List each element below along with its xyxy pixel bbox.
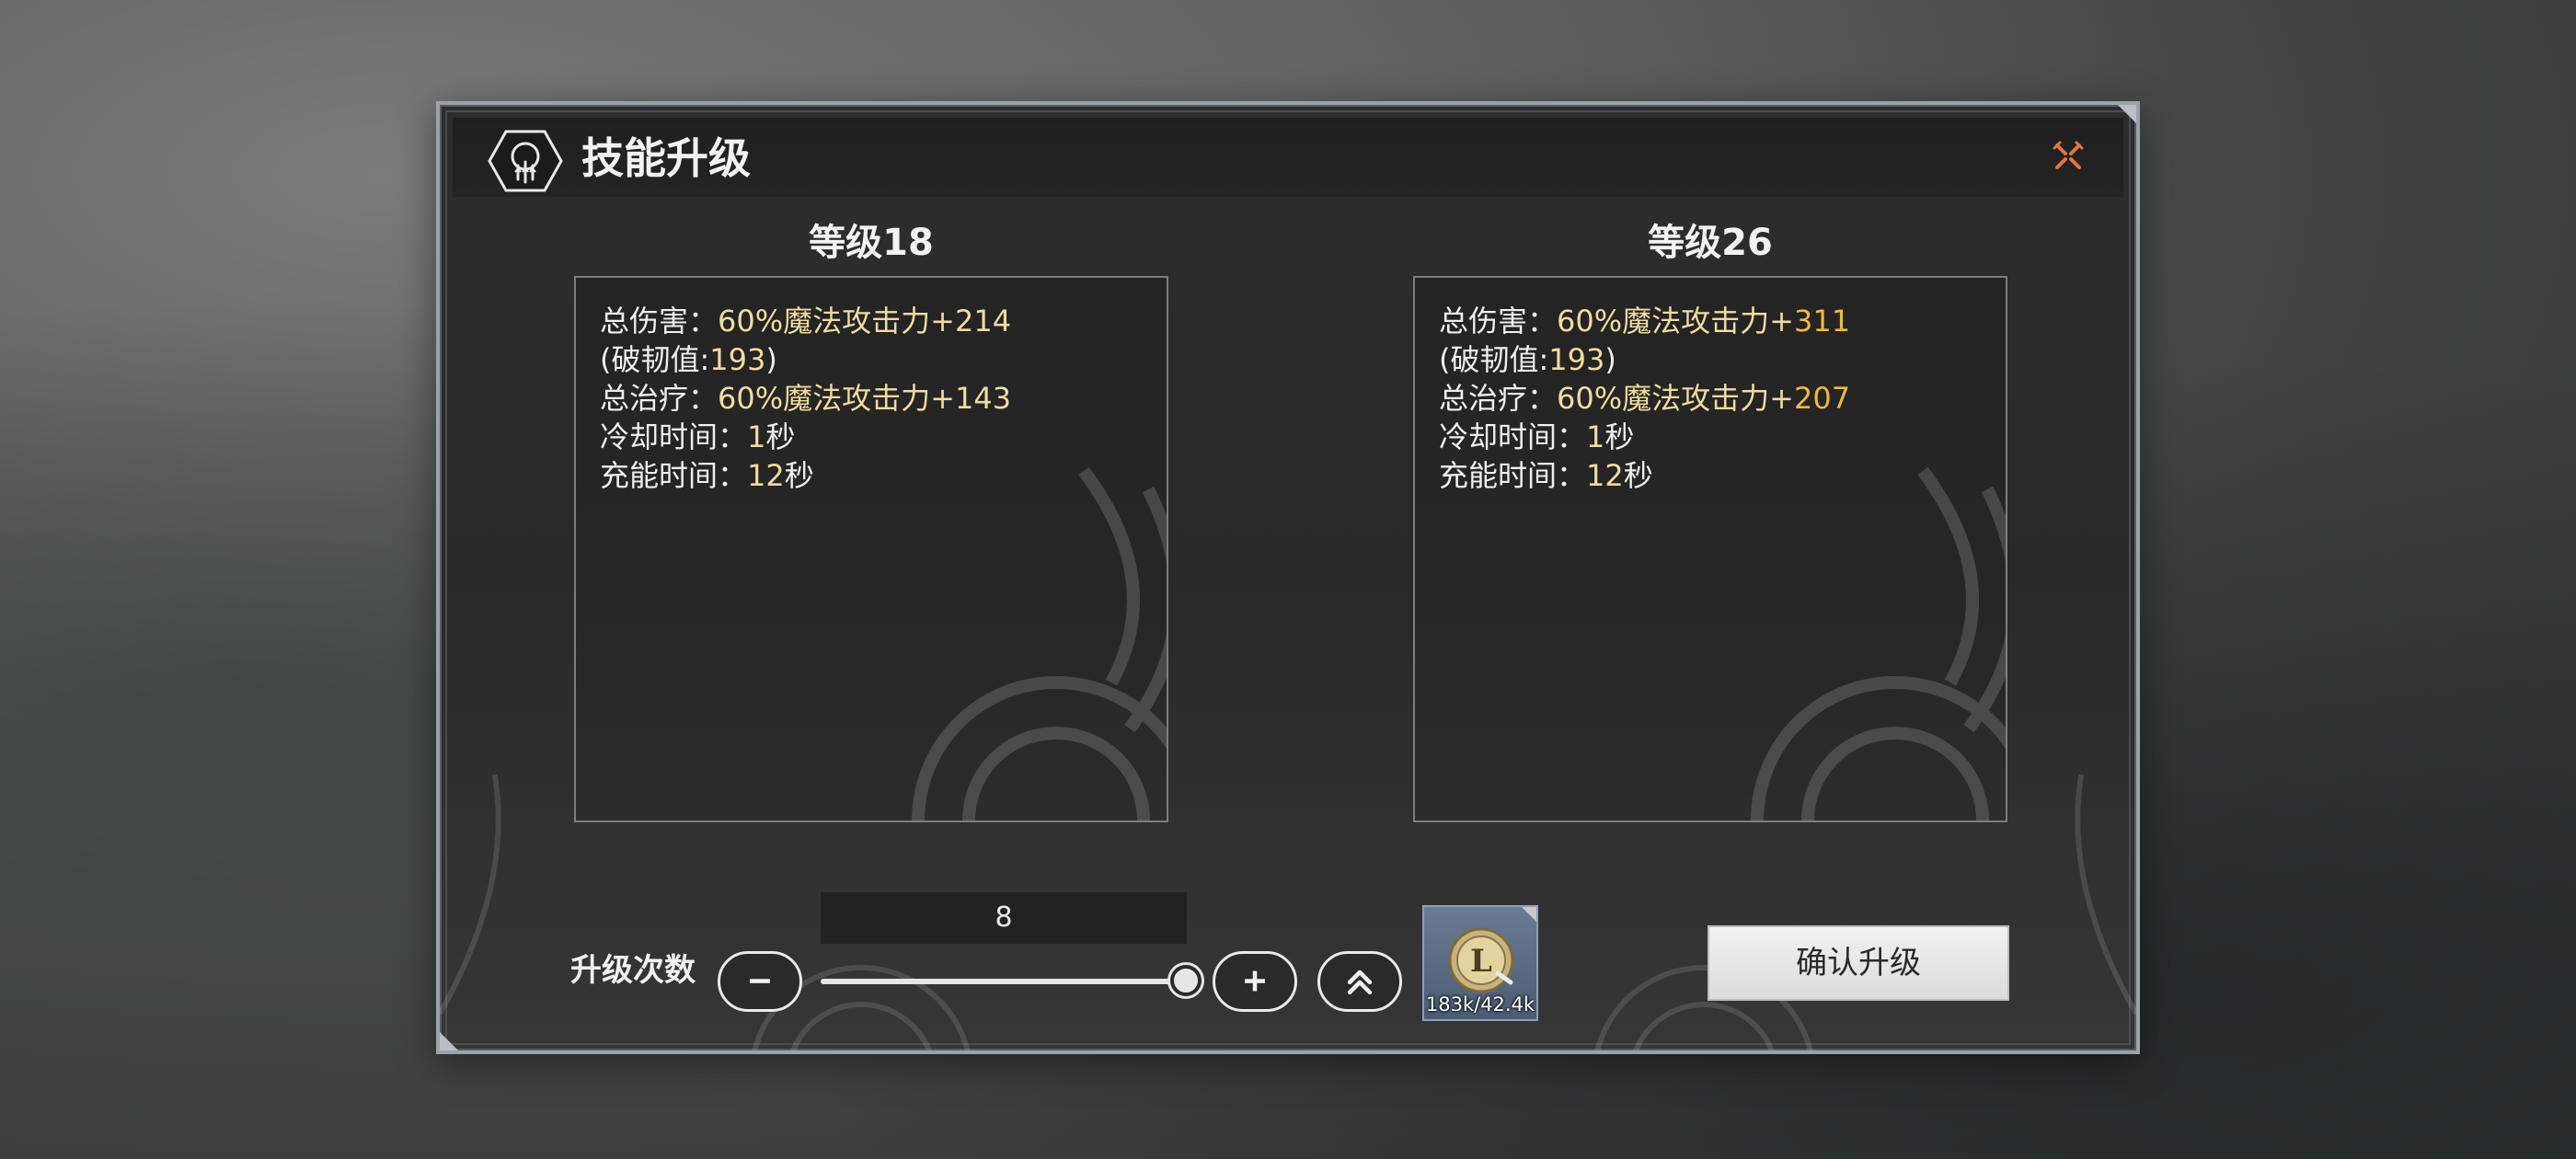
cost-item-slot[interactable]: L 183k/42.4k	[1422, 905, 1538, 1021]
current-level-panel: 总伤害：60%魔法攻击力+214 (破韧值:193) 总治疗：60%魔法攻击力+…	[574, 276, 1168, 822]
svg-text:L: L	[1470, 943, 1492, 980]
double-chevron-up-icon	[1347, 970, 1373, 995]
next-stats: 总伤害：60%魔法攻击力+311 (破韧值:193) 总治疗：60%魔法攻击力+…	[1439, 302, 1850, 495]
stat-row-cooldown: 冷却时间：1秒	[600, 419, 796, 454]
upgrade-count-display: 8	[821, 892, 1187, 944]
corner-ornament	[440, 1030, 460, 1050]
stat-row-cooldown: 冷却时间：1秒	[1439, 419, 1635, 454]
slider-thumb[interactable]	[1170, 965, 1202, 996]
skill-emblem-icon	[488, 130, 563, 192]
dialog-header: 技能升级	[453, 118, 2123, 197]
next-level-panel: 总伤害：60%魔法攻击力+311 (破韧值:193) 总治疗：60%魔法攻击力+…	[1413, 276, 2007, 822]
confirm-upgrade-button[interactable]: 确认升级	[1708, 925, 2009, 1001]
stat-row-charge-time: 充能时间：12秒	[600, 458, 814, 493]
dialog-title: 技能升级	[581, 133, 751, 183]
decrease-button[interactable]	[718, 951, 802, 1012]
current-stats: 总伤害：60%魔法攻击力+214 (破韧值:193) 总治疗：60%魔法攻击力+…	[600, 302, 1011, 495]
stat-row-healing: 总治疗：60%魔法攻击力+143	[600, 381, 1012, 416]
slot-corner-marker	[1522, 907, 1536, 922]
skill-upgrade-dialog: 技能升级 等级18 总伤害：60%魔法攻击力+214 (破韧值:193) 总治疗…	[436, 101, 2140, 1054]
upgrade-count-label: 升级次数	[570, 952, 696, 989]
gold-coin-icon: L	[1448, 927, 1514, 993]
stat-row-healing: 总治疗：60%魔法攻击力+207	[1439, 381, 1851, 416]
stat-row-damage: 总伤害：60%魔法攻击力+214	[600, 304, 1012, 339]
next-level-title: 等级26	[1648, 222, 1773, 264]
current-level-title: 等级18	[809, 222, 934, 264]
minus-icon	[750, 979, 770, 983]
stat-row-toughness-break: (破韧值:193)	[600, 342, 777, 377]
stat-row-toughness-break: (破韧值:193)	[1439, 342, 1616, 377]
close-x-icon	[2053, 141, 2084, 169]
stat-row-damage: 总伤害：60%魔法攻击力+311	[1439, 304, 1851, 339]
close-button[interactable]	[2050, 138, 2087, 175]
increase-button[interactable]	[1213, 951, 1297, 1012]
stat-row-charge-time: 充能时间：12秒	[1439, 458, 1653, 493]
cost-item-quantity: 183k/42.4k	[1425, 993, 1535, 1016]
plus-icon	[1245, 970, 1265, 992]
max-button[interactable]	[1317, 951, 1402, 1012]
upgrade-count-slider[interactable]	[821, 979, 1185, 984]
